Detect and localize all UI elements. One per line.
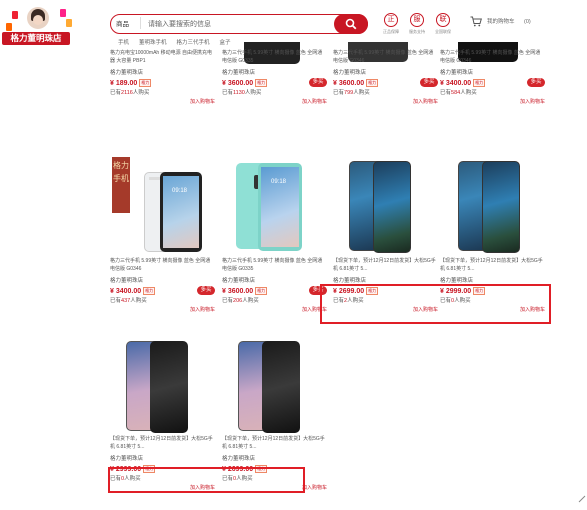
product-image: 09:18 (258, 163, 302, 251)
sold-count: 已有206人购买 (222, 298, 259, 304)
highlight-box (320, 284, 551, 324)
store-logo[interactable]: 格力董明珠店 (0, 5, 78, 47)
price: ¥ 3600.00 格力 (333, 79, 379, 87)
promo-label: 格力手机 (112, 157, 130, 213)
gift-icon (60, 9, 66, 17)
store-link[interactable]: 格力董明珠店 (222, 454, 255, 462)
store-link[interactable]: 格力董明珠店 (222, 68, 255, 76)
product-image (482, 161, 520, 253)
buy-more-badge: 多买 (420, 78, 438, 87)
product-card[interactable]: 【现货下单，预计12月12日前发货】大松5G手机 6.81英寸 5... 格力董… (333, 155, 438, 313)
product-card[interactable]: 09:18 格力三代手机 5.99英寸 横向摄像 蓝色 全网通 电信版 G033… (222, 155, 327, 313)
product-card[interactable]: 格力三代手机 5.99英寸 横向摄像 蓝色 全网通 电信版 G0335 格力董明… (222, 0, 327, 105)
sold-count: 已有799人购买 (333, 90, 370, 96)
store-name-badge: 格力董明珠店 (2, 32, 70, 45)
store-link[interactable]: 格力董明珠店 (333, 276, 366, 284)
price: ¥ 3400.00 格力 (110, 287, 156, 295)
price: ¥ 3600.00 格力 (222, 287, 268, 295)
sold-count: 已有437人购买 (110, 298, 147, 304)
sold-count: 已有2116人购买 (110, 90, 150, 96)
store-link[interactable]: 格力董明珠店 (110, 454, 143, 462)
buy-more-badge: 多买 (197, 286, 215, 295)
product-card[interactable]: 格力充电宝10000mAh 移动电源 自由便携充电器 大容量 PBP1 格力董明… (110, 0, 215, 105)
product-image: 09:18 (160, 172, 202, 252)
product-card[interactable]: 格力三代手机 5.99英寸 横向摄像 蓝色 全网通 电信版 G0346 格力董明… (440, 0, 545, 105)
add-to-cart-button[interactable]: 加入购物车 (520, 98, 545, 105)
add-to-cart-button[interactable]: 加入购物车 (190, 306, 215, 313)
highlight-box (108, 467, 305, 493)
product-card[interactable]: 【现货下单，预计12月12日前发货】大松5G手机 6.81英寸 5... 格力董… (110, 333, 215, 491)
store-link[interactable]: 格力董明珠店 (110, 68, 143, 76)
sold-count: 已有584人购买 (440, 90, 477, 96)
sold-count: 已有1130人购买 (222, 90, 262, 96)
add-to-cart-button[interactable]: 加入购物车 (413, 98, 438, 105)
product-card[interactable]: 格力三代手机 5.99英寸 横向摄像 蓝色 全网通 电信版 G0346 格力董明… (333, 0, 438, 105)
add-to-cart-button[interactable]: 加入购物车 (190, 98, 215, 105)
price: ¥ 3400.00 格力 (440, 79, 486, 87)
product-card[interactable]: 【现货下单，预计12月12日前发货】大松5G手机 6.81英寸 5... 格力董… (440, 155, 545, 313)
product-card[interactable]: 【现货下单，预计12月12日前发货】大松5G手机 6.81英寸 5... 格力董… (222, 333, 327, 491)
product-image (373, 161, 411, 253)
store-link[interactable]: 格力董明珠店 (222, 276, 255, 284)
avatar (27, 7, 49, 29)
store-link[interactable]: 格力董明珠店 (110, 276, 143, 284)
buy-more-badge: 多买 (309, 78, 327, 87)
buy-more-badge: 多买 (527, 78, 545, 87)
gift-icon (12, 11, 18, 19)
coin-icon (6, 23, 12, 31)
add-to-cart-button[interactable]: 加入购物车 (302, 484, 327, 491)
product-card[interactable]: 格力手机 09:18 格力三代手机 5.99英寸 横向摄像 蓝色 全网通 电信版… (110, 155, 215, 313)
price: ¥ 189.00 格力 (110, 79, 152, 87)
store-link[interactable]: 格力董明珠店 (440, 276, 473, 284)
add-to-cart-button[interactable]: 加入购物车 (302, 98, 327, 105)
product-image (150, 341, 188, 433)
product-image (262, 341, 300, 433)
store-link[interactable]: 格力董明珠店 (333, 68, 366, 76)
price: ¥ 3600.00 格力 (222, 79, 268, 87)
store-link[interactable]: 格力董明珠店 (440, 68, 473, 76)
coin-icon (66, 19, 72, 27)
resize-handle[interactable] (577, 490, 587, 505)
